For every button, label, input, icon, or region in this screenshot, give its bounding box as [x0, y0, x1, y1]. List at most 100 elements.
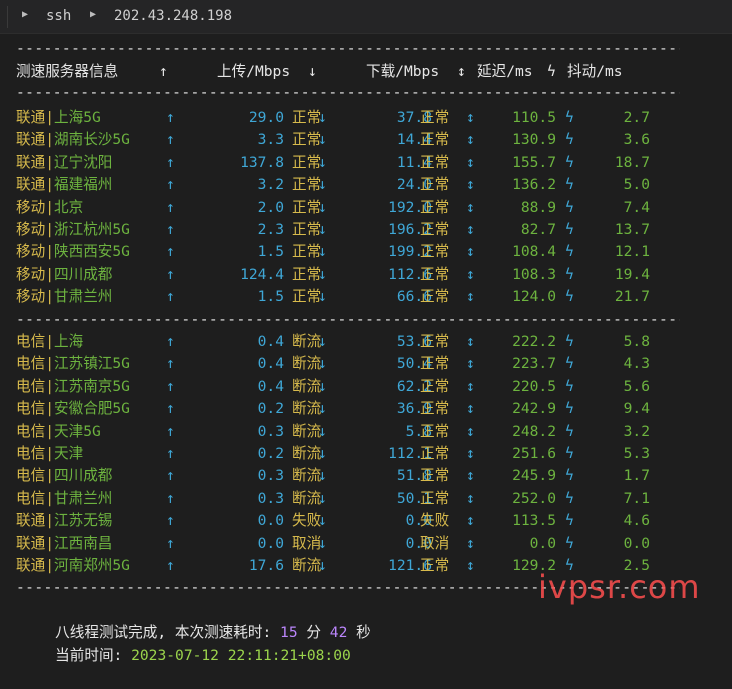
row-download-status: 正常 [420, 467, 450, 485]
row-upload: 0.2 [257, 400, 284, 418]
bolt-icon: ϟ [565, 153, 574, 171]
down-arrow-icon: ↓ [318, 131, 327, 149]
row-city: 天津 [54, 445, 84, 462]
row-upload: 0.4 [257, 377, 284, 395]
row-server: 电信|天津5G [16, 421, 101, 443]
tab-chevron-icon[interactable]: ▶ [22, 9, 28, 20]
row-server: 电信|江苏南京5G [16, 376, 130, 398]
row-upload-status: 断流 [292, 467, 322, 485]
row-isp: 电信 [16, 422, 46, 440]
row-jitter: 3.2 [623, 422, 650, 440]
bolt-icon: ϟ [565, 467, 574, 485]
row-upload: 0.0 [257, 534, 284, 552]
row-server: 移动|北京 [16, 197, 83, 219]
row-jitter: 21.7 [614, 288, 650, 306]
row-city: 陕西西安5G [54, 243, 130, 261]
row-upload-status: 正常 [292, 221, 322, 238]
row-jitter: 5.8 [623, 333, 650, 350]
table-row: 联通|江西南昌 ↑ 0.0 取消 ↓ 0.0 取消 ↕ 0.0 ϟ 0.0 [16, 533, 716, 555]
down-arrow-icon: ↓ [318, 355, 327, 373]
row-jitter: 4.6 [623, 512, 650, 530]
row-server: 电信|安徽合肥5G [16, 398, 130, 420]
row-download-status: 正常 [420, 333, 450, 350]
row-sep: | [45, 445, 54, 462]
row-upload: 2.3 [257, 221, 284, 238]
row-server: 电信|甘肃兰州 [16, 488, 112, 510]
row-jitter: 5.3 [623, 445, 650, 462]
row-jitter: 7.1 [623, 489, 650, 507]
down-arrow-icon: ↓ [318, 422, 327, 440]
row-isp: 联通 [16, 176, 46, 194]
table-row: 联通|江苏无锡 ↑ 0.0 失败 ↓ 0.0 失败 ↕ 113.5 ϟ 4.6 [16, 510, 716, 532]
row-latency: 108.4 [512, 243, 556, 261]
updown-icon: ↕ [466, 467, 475, 485]
row-server: 联通|江苏无锡 [16, 510, 112, 532]
row-sep: | [45, 534, 54, 552]
updown-icon: ↕ [466, 534, 475, 552]
table-row: 移动|浙江杭州5G ↑ 2.3 正常 ↓ 196.2 正常 ↕ 82.7 ϟ 13.7 [16, 219, 716, 241]
down-arrow-icon: ↓ [318, 445, 327, 462]
up-arrow-icon: ↑ [166, 445, 175, 462]
row-download-status: 正常 [420, 131, 450, 149]
tab-host[interactable]: 202.43.248.198 [114, 8, 232, 24]
row-isp: 移动 [16, 221, 46, 238]
bolt-icon: ϟ [565, 221, 574, 238]
row-server: 移动|甘肃兰州 [16, 286, 112, 308]
row-isp: 电信 [16, 400, 46, 418]
header-download: 下载/Mbps [366, 63, 440, 80]
row-city: 甘肃兰州 [54, 489, 113, 507]
row-jitter: 7.4 [623, 198, 650, 216]
table-row: 电信|安徽合肥5G ↑ 0.2 断流 ↓ 36.9 正常 ↕ 242.9 ϟ 9.4 [16, 398, 716, 420]
header-bolt-icon: ϟ [547, 63, 556, 80]
row-upload: 0.4 [257, 355, 284, 373]
table-row: 联通|辽宁沈阳 ↑ 137.8 正常 ↓ 11.4 正常 ↕ 155.7 ϟ 18.7 [16, 152, 716, 174]
row-city: 北京 [54, 198, 84, 216]
row-upload-status: 正常 [292, 198, 322, 216]
down-arrow-icon: ↓ [318, 176, 327, 194]
row-isp: 联通 [16, 534, 46, 552]
row-server: 移动|陕西西安5G [16, 241, 130, 263]
row-upload-status: 断流 [292, 422, 322, 440]
row-server: 联通|福建福州 [16, 174, 112, 196]
row-upload: 0.3 [257, 467, 284, 485]
row-latency: 248.2 [512, 422, 556, 440]
header-server: 测速服务器信息 [16, 63, 119, 80]
row-download-status: 正常 [420, 221, 450, 238]
table-row: 移动|甘肃兰州 ↑ 1.5 正常 ↓ 66.6 正常 ↕ 124.0 ϟ 21.7 [16, 286, 716, 308]
down-arrow-icon: ↓ [318, 221, 327, 238]
row-isp: 联通 [16, 153, 46, 171]
down-arrow-icon: ↓ [318, 557, 327, 574]
table-row: 联通|上海5G ↑ 29.0 正常 ↓ 37.8 正常 ↕ 110.5 ϟ 2.7 [16, 107, 716, 129]
row-jitter: 13.7 [614, 221, 650, 238]
bolt-icon: ϟ [565, 176, 574, 194]
row-latency: 88.9 [520, 198, 556, 216]
row-isp: 电信 [16, 377, 46, 395]
terminal-output[interactable]: ----------------------------------------… [0, 34, 732, 664]
row-sep: | [45, 288, 54, 306]
row-sep: | [45, 176, 54, 194]
updown-icon: ↕ [466, 131, 475, 149]
row-upload-status: 失败 [292, 512, 322, 530]
table-row: 电信|天津 ↑ 0.2 断流 ↓ 112.1 正常 ↕ 251.6 ϟ 5.3 [16, 443, 716, 465]
up-arrow-icon: ↑ [166, 265, 175, 283]
row-isp: 移动 [16, 243, 46, 261]
up-arrow-icon: ↑ [166, 109, 175, 126]
row-latency: 252.0 [512, 489, 556, 507]
bolt-icon: ϟ [565, 198, 574, 216]
updown-icon: ↕ [466, 288, 475, 306]
row-city: 上海5G [54, 109, 101, 126]
row-sep: | [45, 355, 54, 373]
tab-chevron-icon[interactable]: ▶ [90, 9, 96, 20]
row-upload: 1.5 [257, 288, 284, 306]
down-arrow-icon: ↓ [318, 534, 327, 552]
row-isp: 电信 [16, 489, 46, 507]
up-arrow-icon: ↑ [166, 198, 175, 216]
row-city: 甘肃兰州 [54, 288, 113, 306]
row-sep: | [45, 153, 54, 171]
row-sep: | [45, 109, 54, 126]
table-row: 移动|陕西西安5G ↑ 1.5 正常 ↓ 199.2 正常 ↕ 108.4 ϟ 12.1 [16, 241, 716, 263]
row-upload-status: 正常 [292, 109, 322, 126]
tab-ssh[interactable]: ssh [46, 8, 71, 24]
row-isp: 联通 [16, 109, 46, 126]
row-server: 联通|辽宁沈阳 [16, 152, 112, 174]
